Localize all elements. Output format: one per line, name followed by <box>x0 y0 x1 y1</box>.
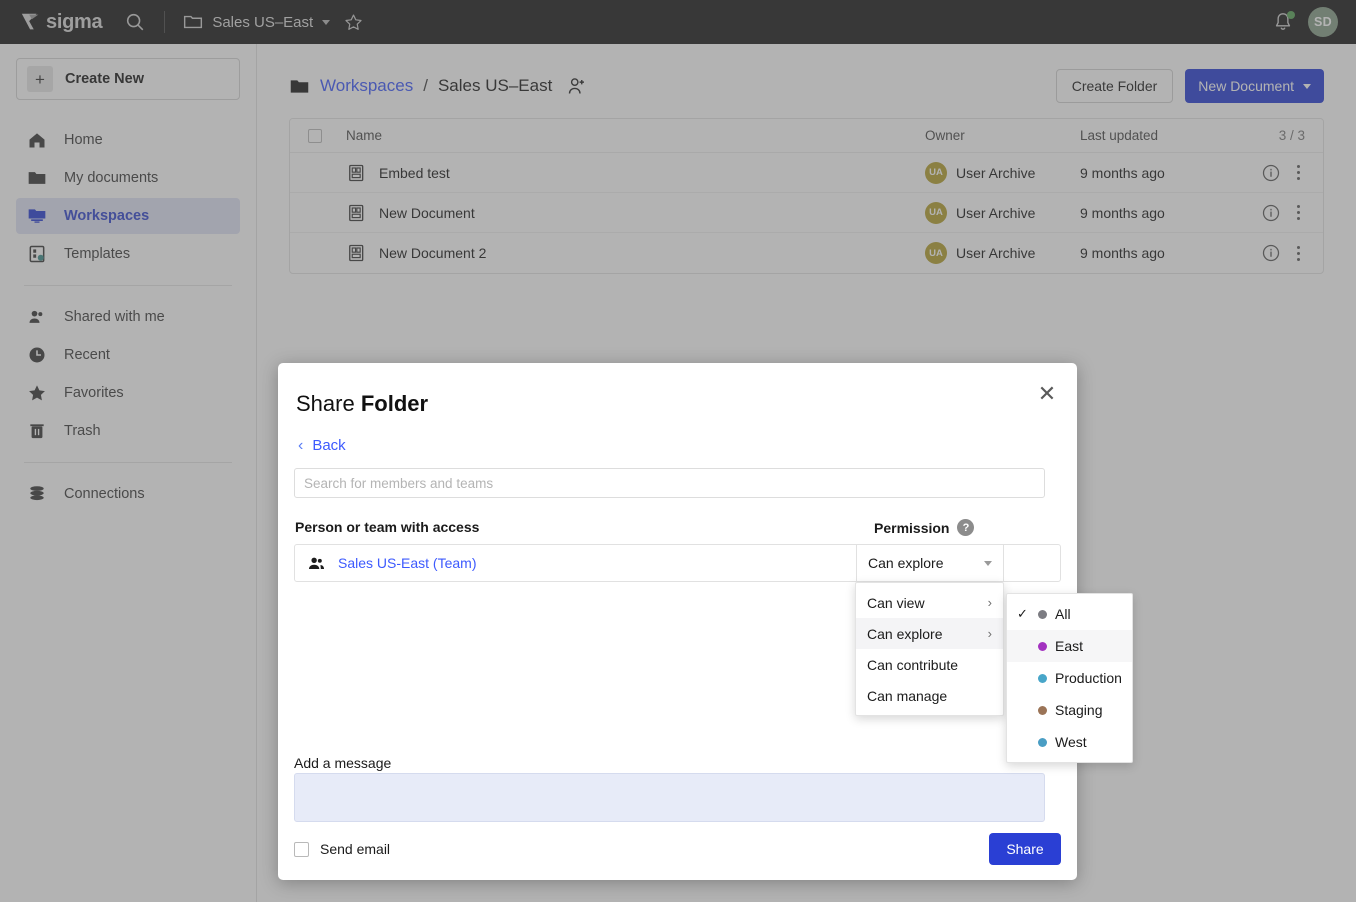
scope-option-east[interactable]: East <box>1007 630 1132 662</box>
scope-option-label: Staging <box>1055 702 1103 718</box>
share-button[interactable]: Share <box>989 833 1061 865</box>
permission-option-can-view[interactable]: Can view › <box>856 587 1003 618</box>
permission-option-can-explore[interactable]: Can explore › <box>856 618 1003 649</box>
send-email-label: Send email <box>320 841 391 857</box>
permission-column-header: Permission ? <box>874 519 1060 536</box>
scope-option-label: West <box>1055 734 1087 750</box>
permission-option-label: Can manage <box>867 687 948 704</box>
send-email-checkbox[interactable] <box>294 841 309 857</box>
scope-option-all[interactable]: ✓ All <box>1007 598 1132 630</box>
chevron-left-icon: ‹ <box>298 436 304 454</box>
permission-option-label: Can contribute <box>867 656 959 673</box>
scope-color-dot <box>1038 609 1047 619</box>
chevron-down-icon <box>984 560 992 566</box>
permission-selected-label: Can explore <box>868 555 944 571</box>
permission-option-can-manage[interactable]: Can manage <box>856 680 1003 711</box>
access-row: Sales US-East (Team) Can explore Can vie… <box>294 544 1061 716</box>
dialog-title: Share Folder <box>294 383 1061 417</box>
back-label: Back <box>312 437 346 454</box>
dialog-title-prefix: Share <box>296 391 361 416</box>
permission-option-label: Can view <box>867 594 925 611</box>
scope-option-staging[interactable]: Staging <box>1007 694 1132 726</box>
scope-color-dot <box>1038 705 1047 715</box>
scope-color-dot <box>1038 737 1047 747</box>
access-column-header: Person or team with access <box>295 519 480 535</box>
permission-dropdown-menu: Can view › Can explore › Can contribute … <box>855 582 1004 716</box>
access-table-header: Person or team with access Permission ? <box>294 519 1061 536</box>
dialog-title-bold: Folder <box>360 391 429 416</box>
scope-option-label: East <box>1055 638 1084 654</box>
dialog-footer: Send email Share <box>278 818 1077 880</box>
message-textarea[interactable] <box>294 773 1045 822</box>
share-folder-dialog: Share Folder ✕ ‹ Back Person or team wit… <box>278 363 1077 880</box>
scope-color-dot <box>1038 641 1047 651</box>
scope-option-west[interactable]: West <box>1007 726 1132 758</box>
message-label: Add a message <box>294 755 392 771</box>
scope-color-dot <box>1038 673 1047 683</box>
send-email-toggle[interactable]: Send email <box>294 841 390 857</box>
scope-submenu: ✓ All East Production Staging West <box>1006 593 1133 763</box>
permission-header-label: Permission <box>874 519 950 536</box>
scope-option-label: Production <box>1055 670 1122 686</box>
scope-option-label: All <box>1055 606 1071 622</box>
chevron-right-icon: › <box>987 595 992 610</box>
chevron-right-icon: › <box>987 626 992 641</box>
scope-option-production[interactable]: Production <box>1007 662 1132 694</box>
close-icon[interactable]: ✕ <box>1035 383 1059 407</box>
permission-option-label: Can explore <box>867 625 943 642</box>
permission-select[interactable]: Can explore <box>856 544 1004 582</box>
back-button[interactable]: ‹ Back <box>298 437 1061 454</box>
check-icon: ✓ <box>1017 606 1028 621</box>
question-icon[interactable]: ? <box>957 519 975 536</box>
permission-option-can-contribute[interactable]: Can contribute <box>856 649 1003 680</box>
search-input[interactable] <box>294 468 1045 498</box>
team-icon <box>308 557 325 569</box>
